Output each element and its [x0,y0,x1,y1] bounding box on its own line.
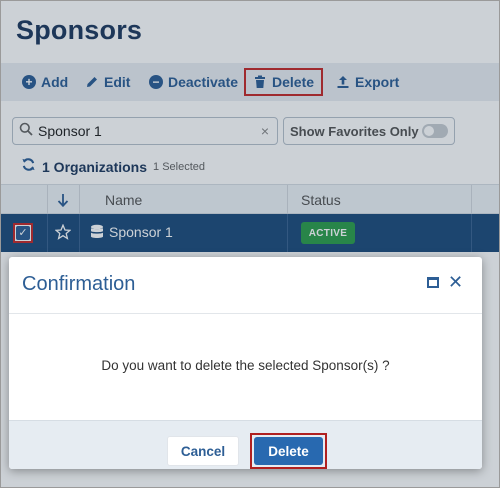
confirm-delete-button[interactable]: Delete [254,437,323,465]
dialog-body: Do you want to delete the selected Spons… [9,314,482,420]
dialog-header: Confirmation ✕ [9,257,482,314]
confirm-highlight: Delete [250,433,327,469]
dialog-footer: Cancel Delete [9,420,482,469]
cancel-button[interactable]: Cancel [167,436,239,466]
app-window: Sponsors + Add Edit − Deactivate Delete [0,0,500,488]
dialog-message: Do you want to delete the selected Spons… [101,358,390,373]
close-icon[interactable]: ✕ [448,272,463,293]
maximize-icon[interactable] [427,277,439,288]
confirmation-dialog: Confirmation ✕ Do you want to delete the… [9,257,482,469]
dialog-title: Confirmation [22,273,136,295]
